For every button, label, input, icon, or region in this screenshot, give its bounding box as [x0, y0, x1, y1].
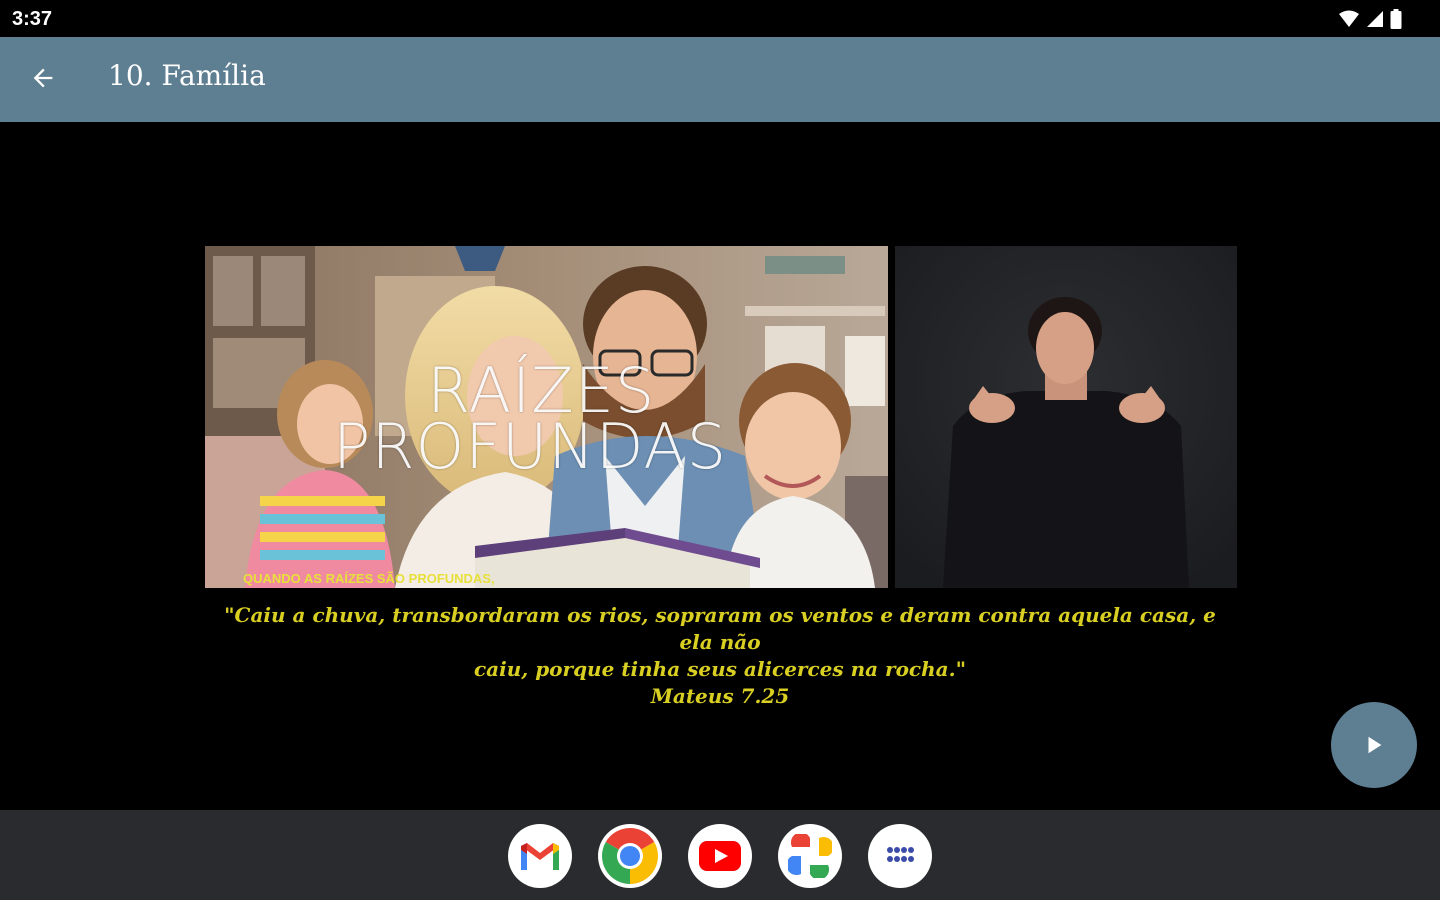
app-bar: 10. Família	[0, 37, 1440, 122]
apps-grid-icon	[887, 847, 914, 862]
taskbar	[0, 810, 1440, 900]
pinwheel-icon	[788, 834, 832, 878]
interpreter-image	[895, 246, 1237, 588]
video-content: RAÍZES PROFUNDAS QUANDO AS RAÍZES SÃO PR…	[0, 122, 1440, 810]
page-title: 10. Família	[108, 59, 266, 92]
battery-icon	[1390, 9, 1402, 29]
status-icons	[1338, 9, 1402, 29]
chrome-app-button[interactable]	[598, 824, 662, 888]
chrome-icon	[601, 828, 659, 884]
photos-app-button[interactable]	[778, 824, 842, 888]
play-icon	[1368, 736, 1382, 754]
video-title-line2: PROFUNDAS	[333, 410, 728, 483]
quote-line-1: "Caiu a chuva, transbordaram os rios, so…	[224, 603, 1216, 654]
bible-quote: "Caiu a chuva, transbordaram os rios, so…	[205, 602, 1235, 710]
youtube-app-button[interactable]	[688, 824, 752, 888]
status-bar: 3:37	[0, 0, 1440, 37]
gmail-app-button[interactable]	[508, 824, 572, 888]
status-time: 3:37	[12, 8, 53, 30]
sign-language-interpreter-frame	[895, 246, 1237, 588]
quote-reference: Mateus 7.25	[650, 684, 790, 708]
arrow-back-icon	[33, 68, 53, 88]
video-caption: QUANDO AS RAÍZES SÃO PROFUNDAS,	[243, 571, 495, 586]
quote-line-2: caiu, porque tinha seus alicerces na roc…	[474, 657, 966, 681]
youtube-icon	[699, 841, 741, 871]
play-button[interactable]	[1331, 702, 1417, 788]
video-frame-main[interactable]: RAÍZES PROFUNDAS QUANDO AS RAÍZES SÃO PR…	[205, 246, 888, 588]
gmail-icon	[521, 843, 559, 870]
app-dock	[508, 824, 932, 888]
back-button[interactable]	[22, 57, 64, 99]
all-apps-button[interactable]	[868, 824, 932, 888]
wifi-icon	[1339, 10, 1359, 27]
signal-icon	[1367, 11, 1383, 27]
